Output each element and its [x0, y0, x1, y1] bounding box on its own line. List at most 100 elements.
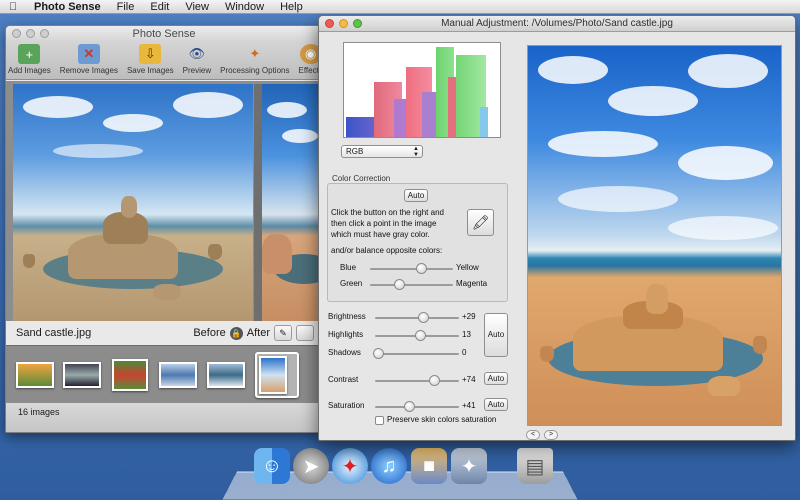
- adjusted-photo-preview[interactable]: [527, 45, 782, 426]
- iphoto-icon[interactable]: ■: [411, 448, 447, 484]
- window-controls: [325, 19, 362, 28]
- histogram: [343, 42, 501, 138]
- view-toggle-button[interactable]: [296, 325, 314, 341]
- menu-help[interactable]: Help: [272, 0, 311, 14]
- photo-sense-dock-icon[interactable]: ✦: [451, 448, 487, 484]
- menu-edit[interactable]: Edit: [142, 0, 177, 14]
- main-window-titlebar[interactable]: Photo Sense: [6, 26, 322, 42]
- caption-row: Sand castle.jpg Before 🔒 After ✎: [6, 321, 322, 345]
- contrast-slider[interactable]: [375, 375, 459, 386]
- thumbnail-selected[interactable]: [259, 356, 287, 394]
- main-window-title: Photo Sense: [132, 28, 196, 40]
- toolbar-processing-options-button[interactable]: ✦ Processing Options: [220, 42, 289, 75]
- filmstrip: [6, 345, 322, 403]
- adjustment-window-titlebar[interactable]: Manual Adjustment: /Volumes/Photo/Sand c…: [319, 16, 795, 32]
- thumbnail[interactable]: [159, 362, 197, 388]
- compare-divider[interactable]: [254, 84, 262, 321]
- slider-knob[interactable]: [403, 401, 415, 412]
- trash-icon[interactable]: ▤: [517, 448, 553, 484]
- remove-images-icon: ✕: [77, 44, 100, 64]
- tone-auto-button[interactable]: Auto: [484, 313, 508, 357]
- safari-icon[interactable]: ✦: [332, 448, 368, 484]
- saturation-label: Saturation: [328, 401, 365, 410]
- zoom-window-button[interactable]: [40, 29, 49, 38]
- after-label: After: [246, 327, 270, 339]
- toolbar-label: Preview: [182, 66, 212, 75]
- edit-pencil-button[interactable]: ✎: [274, 325, 292, 341]
- toolbar-label: Processing Options: [220, 66, 290, 75]
- preview-eyes-icon: 👁: [188, 46, 206, 61]
- toolbar-label: Remove Images: [59, 66, 118, 75]
- contrast-auto-button[interactable]: Auto: [484, 372, 508, 385]
- saturation-value: +41: [462, 401, 476, 410]
- green-magenta-slider[interactable]: [370, 279, 453, 290]
- balance-label: and/or balance opposite colors:: [331, 246, 443, 255]
- processing-options-icon: ✦: [249, 46, 261, 61]
- instruction-line-2: then click a point in the image: [331, 219, 437, 228]
- photo-sense-window: Photo Sense + Add Images ✕ Remove Images…: [5, 25, 323, 433]
- current-filename: Sand castle.jpg: [16, 327, 92, 339]
- toolbar-add-images-button[interactable]: + Add Images: [8, 42, 51, 75]
- toolbar-label: Save Images: [126, 66, 174, 75]
- menu-app-name[interactable]: Photo Sense: [26, 0, 109, 14]
- instruction-line-3: which must have gray color.: [331, 230, 430, 239]
- saturation-slider[interactable]: [375, 401, 459, 412]
- slider-knob[interactable]: [417, 312, 429, 323]
- preserve-skin-checkbox[interactable]: [375, 416, 384, 425]
- slider-knob[interactable]: [415, 330, 427, 341]
- highlights-label: Highlights: [328, 330, 364, 339]
- before-photo[interactable]: [13, 84, 253, 321]
- launchpad-icon[interactable]: ➤: [293, 448, 329, 484]
- before-after-preview: [6, 81, 322, 321]
- gray-picker-button[interactable]: 🖍: [467, 209, 494, 236]
- slider-knob[interactable]: [428, 375, 440, 386]
- zoom-window-button[interactable]: [353, 19, 362, 28]
- channel-select[interactable]: RGB ▲ ▼: [341, 145, 423, 158]
- manual-adjustment-window: Manual Adjustment: /Volumes/Photo/Sand c…: [318, 15, 796, 441]
- toolbar-preview-button[interactable]: 👁 Preview: [183, 42, 211, 75]
- window-controls: [12, 29, 49, 38]
- saturation-auto-button[interactable]: Auto: [484, 398, 508, 411]
- apple-menu-icon[interactable]: : [0, 1, 26, 13]
- thumbnail[interactable]: [16, 362, 54, 388]
- menu-file[interactable]: File: [109, 0, 143, 14]
- itunes-icon[interactable]: ♫: [371, 448, 407, 484]
- highlights-slider[interactable]: [375, 330, 459, 341]
- thumbnail[interactable]: [112, 359, 148, 391]
- close-window-button[interactable]: [12, 29, 21, 38]
- magenta-label: Magenta: [456, 279, 488, 288]
- thumbnail[interactable]: [207, 362, 245, 388]
- yellow-label: Yellow: [456, 263, 479, 272]
- brightness-value: +29: [462, 312, 476, 321]
- next-image-button[interactable]: >: [544, 430, 558, 440]
- shadows-slider[interactable]: [373, 348, 459, 359]
- brightness-slider[interactable]: [375, 312, 459, 323]
- brightness-label: Brightness: [328, 312, 366, 321]
- after-photo[interactable]: [262, 84, 322, 321]
- slider-knob[interactable]: [416, 263, 428, 274]
- menu-view[interactable]: View: [177, 0, 217, 14]
- color-correction-title: Color Correction: [332, 174, 391, 183]
- toolbar-save-images-button[interactable]: ⇩ Save Images: [127, 42, 174, 75]
- toolbar-remove-images-button[interactable]: ✕ Remove Images: [60, 42, 118, 75]
- slider-knob[interactable]: [394, 279, 406, 290]
- menu-window[interactable]: Window: [217, 0, 272, 14]
- thumbnail[interactable]: [63, 362, 101, 388]
- slider-knob[interactable]: [373, 348, 385, 359]
- minimize-window-button[interactable]: [26, 29, 35, 38]
- before-label: Before: [193, 327, 226, 339]
- finder-icon[interactable]: ☺: [254, 448, 290, 484]
- image-count: 16 images: [18, 407, 60, 417]
- contrast-value: +74: [462, 375, 476, 384]
- save-images-icon: ⇩: [139, 44, 162, 64]
- previous-image-button[interactable]: <: [526, 430, 540, 440]
- color-auto-button[interactable]: Auto: [404, 189, 428, 202]
- minimize-window-button[interactable]: [339, 19, 348, 28]
- contrast-label: Contrast: [328, 375, 359, 384]
- blue-yellow-slider[interactable]: [370, 263, 453, 274]
- lock-icon[interactable]: 🔒: [229, 326, 243, 340]
- instruction-line-1: Click the button on the right and: [331, 208, 444, 217]
- shadows-label: Shadows: [328, 348, 361, 357]
- adjustment-window-title: Manual Adjustment: /Volumes/Photo/Sand c…: [441, 18, 673, 29]
- close-window-button[interactable]: [325, 19, 334, 28]
